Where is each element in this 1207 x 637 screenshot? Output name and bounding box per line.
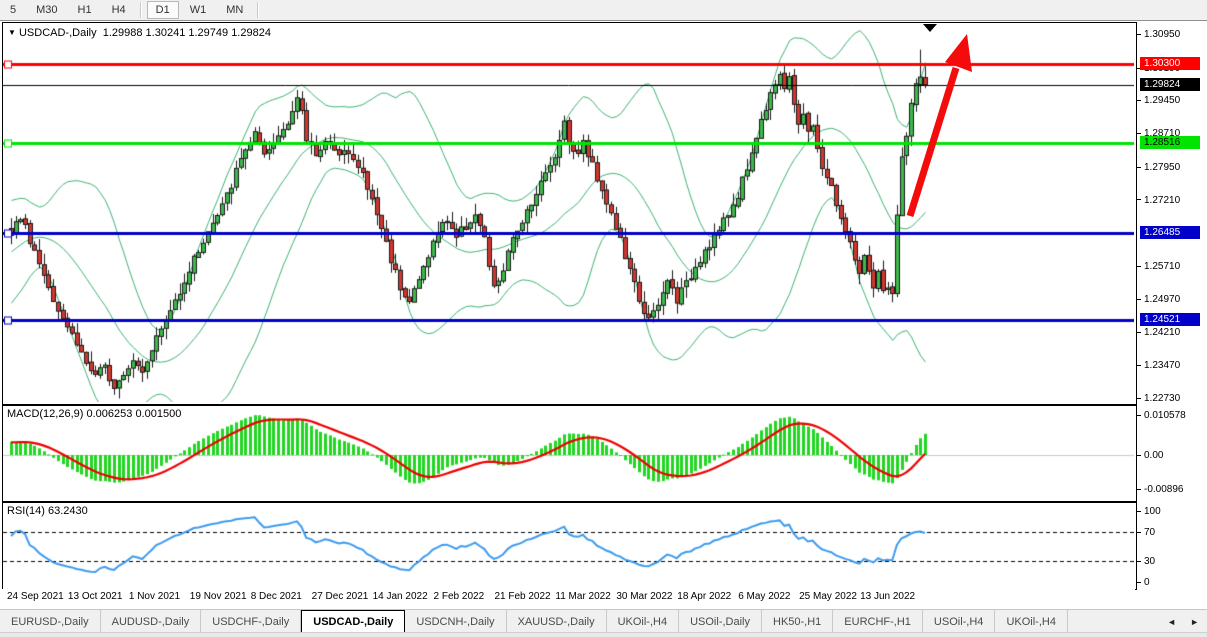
tab-eurchfh1[interactable]: EURCHF-,H1 [833,610,923,633]
price-axis-tick: 1.27950 [1136,162,1180,173]
tab-eurusddaily[interactable]: EURUSD-,Daily [0,610,101,633]
tab-usdchfdaily[interactable]: USDCHF-,Daily [201,610,301,633]
date-axis-label: 11 Mar 2022 [555,591,610,602]
rsi-canvas[interactable] [3,503,1134,587]
rsi-axis-tick: 30 [1136,556,1155,567]
rsi-name: RSI(14) [7,505,45,517]
price-axis-tick: 1.22730 [1136,393,1180,404]
tab-audusddaily[interactable]: AUDUSD-,Daily [101,610,202,633]
price-axis-tick: 1.24970 [1136,294,1180,305]
timeframe-button-h1[interactable]: H1 [69,1,101,19]
tab-usoilh4[interactable]: USOil-,H4 [923,610,996,633]
timeframe-toolbar: 5M30H1H4 D1W1MN [0,0,1207,21]
rsi-axis-tick: 70 [1136,527,1155,538]
tab-xauusddaily[interactable]: XAUUSD-,Daily [507,610,607,633]
rsi-panel[interactable] [2,502,1137,590]
tab-usdcaddaily[interactable]: USDCAD-,Daily [301,610,405,633]
price-axis[interactable]: 1.309501.301901.294501.287101.279501.272… [1136,0,1207,637]
timeframe-button-h4[interactable]: H4 [103,1,135,19]
tab-hk50h1[interactable]: HK50-,H1 [762,610,833,633]
rsi-axis-tick: 100 [1136,506,1161,517]
toolbar-separator [257,2,259,18]
timeframe-button-m30[interactable]: M30 [27,1,66,19]
tab-scrollers: ◄► [1167,610,1207,633]
price-badge: 1.29824 [1140,78,1200,91]
date-axis-label: 14 Jan 2022 [373,591,428,602]
symbol-tab-bar: EURUSD-,DailyAUDUSD-,DailyUSDCHF-,DailyU… [0,609,1207,633]
date-axis-label: 2 Feb 2022 [434,591,485,602]
price-badge: 1.30300 [1140,57,1200,70]
date-axis-label: 1 Nov 2021 [129,591,180,602]
date-axis-label: 6 May 2022 [738,591,790,602]
price-axis-tick: 1.25710 [1136,261,1180,272]
macd-label: MACD(12,26,9) 0.006253 0.001500 [7,408,181,420]
trend-arrow-annotation[interactable] [890,24,985,224]
tab-usoildaily[interactable]: USOil-,Daily [679,610,762,633]
tab-scroll-right-icon[interactable]: ► [1190,617,1199,627]
price-badge: 1.26485 [1140,226,1200,239]
toolbar-separator [140,2,142,18]
timeframe-button-mn[interactable]: MN [217,1,252,19]
timeframe-button-w1[interactable]: W1 [181,1,216,19]
date-axis-label: 19 Nov 2021 [190,591,247,602]
timeframe-button-5[interactable]: 5 [1,1,25,19]
date-axis-label: 13 Jun 2022 [860,591,915,602]
macd-axis-tick: 0.010578 [1136,410,1186,421]
macd-axis-tick: -0.00896 [1136,484,1183,495]
date-axis-label: 27 Dec 2021 [312,591,369,602]
tab-ukoilh4[interactable]: UKOil-,H4 [995,610,1068,633]
macd-value-main: 0.006253 [86,408,132,420]
date-axis-label: 24 Sep 2021 [7,591,64,602]
chart-title: ▼ USDCAD-,Daily 1.29988 1.30241 1.29749 … [8,27,271,39]
date-axis-label: 21 Feb 2022 [494,591,550,602]
tab-usdcnhdaily[interactable]: USDCNH-,Daily [405,610,506,633]
price-axis-tick: 1.27210 [1136,195,1180,206]
price-axis-tick: 1.29450 [1136,95,1180,106]
tab-scroll-left-icon[interactable]: ◄ [1167,617,1176,627]
macd-axis-tick: 0.00 [1136,450,1163,461]
macd-name: MACD(12,26,9) [7,408,83,420]
rsi-axis-tick: 0 [1136,577,1150,588]
date-axis-label: 18 Apr 2022 [677,591,731,602]
chart-title-symbol: USDCAD-,Daily [19,27,97,39]
rsi-value: 63.2430 [48,505,88,517]
tab-ukoilh4[interactable]: UKOil-,H4 [607,610,680,633]
date-axis-label: 30 Mar 2022 [616,591,672,602]
date-axis-label: 25 May 2022 [799,591,857,602]
price-axis-tick: 1.23470 [1136,360,1180,371]
price-axis-tick: 1.24210 [1136,327,1180,338]
price-axis-tick: 1.30950 [1136,29,1180,40]
rsi-label: RSI(14) 63.2430 [7,505,88,517]
price-badge: 1.28516 [1140,136,1200,149]
chart-dropdown-icon[interactable]: ▼ [8,28,16,37]
mt4-window: 5M30H1H4 D1W1MN ▼ USDCAD-,Daily 1.29988 1… [0,0,1207,637]
macd-value-signal: 0.001500 [135,408,181,420]
timeframe-button-d1[interactable]: D1 [147,1,179,19]
date-axis-label: 13 Oct 2021 [68,591,122,602]
date-axis[interactable]: 24 Sep 2021 13 Oct 2021 1 Nov 2021 19 Nov 2… [0,589,1135,607]
chart-ohlc-values: 1.29988 1.30241 1.29749 1.29824 [103,27,271,39]
price-badge: 1.24521 [1140,313,1200,326]
date-axis-label: 8 Dec 2021 [251,591,302,602]
window-bottom-strip [0,632,1207,637]
